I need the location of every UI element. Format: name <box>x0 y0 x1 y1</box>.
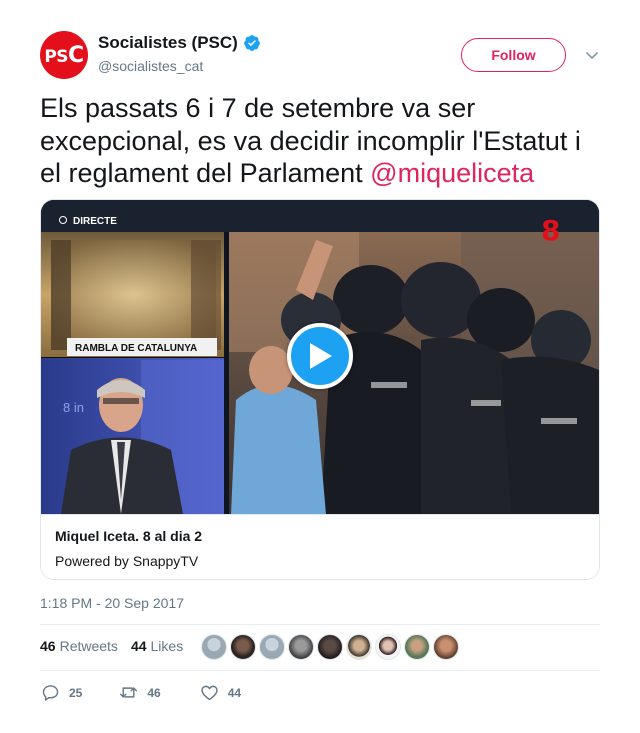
like-button[interactable]: 44 <box>199 682 241 703</box>
liker-avatar[interactable] <box>346 634 372 660</box>
retweets-stat[interactable]: 46 Retweets <box>40 638 118 654</box>
liker-avatar[interactable] <box>288 634 314 660</box>
tweet-actions: 25 46 44 <box>40 682 241 703</box>
tweet-text: Els passats 6 i 7 de setembre va ser exc… <box>40 93 581 188</box>
play-icon <box>310 343 332 369</box>
tweet-timestamp[interactable]: 1:18 PM - 20 Sep 2017 <box>40 595 184 611</box>
like-count: 44 <box>227 685 242 700</box>
reply-button[interactable]: 25 <box>40 682 82 703</box>
video-card[interactable]: 8 DIRECTE RAMBLA DE CATALUNYA 8 in Mique… <box>40 199 600 580</box>
retweet-count: 46 <box>147 685 161 700</box>
liker-avatar[interactable] <box>259 634 285 660</box>
card-title: Miquel Iceta. 8 al dia 2 <box>55 528 203 544</box>
tweet-stats: 46 Retweets 44 Likes <box>40 638 196 654</box>
studio-text: 8 in <box>63 400 84 415</box>
follow-button[interactable]: Follow <box>461 38 566 72</box>
reply-count: 25 <box>69 685 83 700</box>
likes-stat[interactable]: 44 Likes <box>131 638 183 654</box>
chevron-down-icon[interactable] <box>584 47 600 63</box>
liker-avatar[interactable] <box>201 634 227 660</box>
video-thumbnail[interactable]: 8 DIRECTE RAMBLA DE CATALUNYA 8 in <box>41 200 599 514</box>
card-footer[interactable]: Miquel Iceta. 8 al dia 2 Powered by Snap… <box>41 514 599 579</box>
liker-avatars <box>201 634 462 660</box>
liker-avatar[interactable] <box>404 634 430 660</box>
verified-badge-icon <box>243 35 260 51</box>
avatar[interactable]: PSC <box>40 31 88 79</box>
card-subtitle: Powered by SnappyTV <box>55 553 199 569</box>
liker-avatar[interactable] <box>433 634 459 660</box>
psc-logo: PSC <box>44 42 84 68</box>
divider <box>40 624 600 625</box>
channel-logo: 8 <box>541 214 560 247</box>
liker-avatar[interactable] <box>375 634 401 660</box>
reply-icon <box>42 685 59 701</box>
location-banner: RAMBLA DE CATALUNYA <box>75 343 197 354</box>
live-badge: DIRECTE <box>73 216 117 227</box>
liker-avatar[interactable] <box>230 634 256 660</box>
retweet-button[interactable]: 46 <box>118 682 161 703</box>
user-handle[interactable]: @socialistes_cat <box>98 58 261 74</box>
divider <box>40 670 600 671</box>
display-name[interactable]: Socialistes (PSC) <box>98 33 261 53</box>
mention-link[interactable]: @miqueliceta <box>370 158 534 188</box>
retweet-icon <box>120 687 138 698</box>
play-button[interactable] <box>287 323 353 389</box>
liker-avatar[interactable] <box>317 634 343 660</box>
heart-icon <box>201 685 218 701</box>
user-info: Socialistes (PSC) @socialistes_cat <box>98 33 261 74</box>
